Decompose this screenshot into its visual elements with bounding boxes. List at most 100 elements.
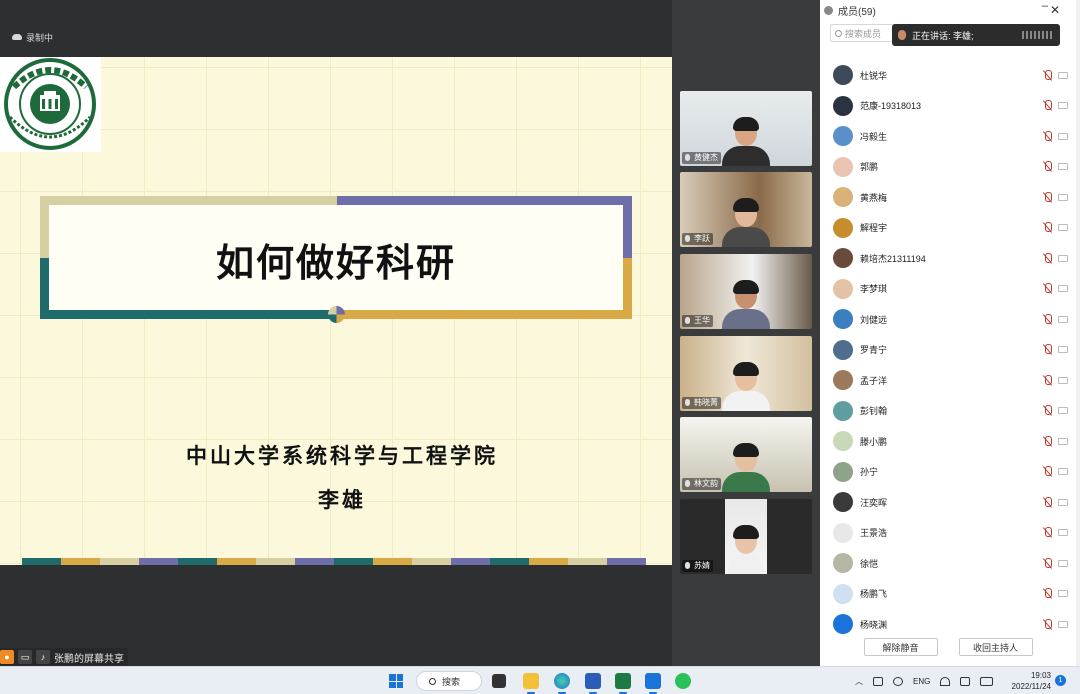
video-tile[interactable]: 林文韵 xyxy=(680,417,812,492)
mic-muted-icon[interactable] xyxy=(1043,283,1052,294)
member-row[interactable]: 罗青宁 xyxy=(820,335,1076,366)
mic-muted-icon[interactable] xyxy=(1043,191,1052,203)
screen-share-status[interactable]: ● ▭ ♪ 张鹏的屏幕共享 xyxy=(0,648,128,666)
camera-off-icon[interactable] xyxy=(1058,163,1068,171)
minimize-icon[interactable]: – xyxy=(1042,0,1048,12)
mic-muted-icon[interactable] xyxy=(1043,466,1052,477)
mic-muted-icon[interactable] xyxy=(1043,222,1052,233)
mic-muted-icon[interactable] xyxy=(1043,588,1052,599)
member-row[interactable]: 刘健远 xyxy=(820,304,1076,335)
member-row[interactable]: 滕小鹏 xyxy=(820,426,1076,457)
mic-muted-icon[interactable] xyxy=(1043,344,1052,355)
windows-start-button[interactable] xyxy=(389,674,403,688)
member-row[interactable]: 赖培杰21311194 xyxy=(820,243,1076,274)
member-row[interactable]: 郭鹏 xyxy=(820,152,1076,183)
reclaim-host-button[interactable]: 收回主持人 xyxy=(958,638,1033,656)
camera-off-icon[interactable] xyxy=(1058,468,1068,476)
camera-off-icon[interactable] xyxy=(1058,132,1068,140)
member-row[interactable]: 徐恺 xyxy=(820,548,1076,579)
mic-muted-icon[interactable] xyxy=(1043,252,1052,264)
clock[interactable]: 19:03 2022/11/24 xyxy=(1007,670,1051,692)
word-icon[interactable] xyxy=(585,673,601,694)
mic-muted-icon[interactable] xyxy=(1043,161,1052,172)
panel-scrollbar[interactable] xyxy=(1076,0,1080,666)
member-name: 王景浩 xyxy=(860,528,888,539)
tray-mic-icon[interactable] xyxy=(893,676,903,686)
member-name: 李梦琪 xyxy=(860,284,888,295)
camera-off-icon[interactable] xyxy=(1058,254,1068,262)
edge-icon[interactable] xyxy=(554,673,570,694)
wifi-icon[interactable] xyxy=(940,676,951,686)
member-name: 解程宇 xyxy=(860,223,888,234)
members-list: 杜锐华范康-19318013 冯毅生 郭鹏 黄燕梅解程宇赖培杰21311194 李梦琪刘… xyxy=(820,60,1076,640)
member-row[interactable]: 李梦琪 xyxy=(820,274,1076,305)
mic-muted-icon[interactable] xyxy=(1043,100,1052,111)
video-tile[interactable]: 苏婧 xyxy=(680,499,812,574)
unmute-all-button[interactable]: 解除静音 xyxy=(863,638,938,656)
camera-off-icon[interactable] xyxy=(1058,590,1068,598)
members-panel: 成员(59) – ✕ 搜索成员 正在讲话: 李雄; 杜锐华 范康-19318013… xyxy=(820,0,1076,666)
camera-off-icon[interactable] xyxy=(1058,407,1068,415)
notification-badge[interactable]: 1 xyxy=(1055,675,1066,686)
member-name: 赖培杰21311194 xyxy=(860,253,926,264)
input-language[interactable]: ENG xyxy=(913,677,930,686)
file-explorer-icon[interactable] xyxy=(523,673,539,694)
task-view-icon[interactable] xyxy=(492,674,506,688)
member-avatar xyxy=(833,217,853,238)
member-row[interactable]: 冯毅生 xyxy=(820,121,1076,152)
camera-off-icon[interactable] xyxy=(1058,529,1068,537)
tray-expand-icon[interactable]: ︿ xyxy=(855,676,863,687)
camera-off-icon[interactable] xyxy=(1058,559,1068,567)
mic-muted-icon[interactable] xyxy=(1043,557,1052,569)
camera-off-icon[interactable] xyxy=(1058,346,1068,354)
recording-indicator[interactable]: 录制中 xyxy=(12,30,53,44)
video-tile[interactable]: 韩晓菁 xyxy=(680,336,812,411)
member-row[interactable]: 范康-19318013 xyxy=(820,91,1076,122)
excel-icon[interactable] xyxy=(615,673,631,694)
camera-off-icon[interactable] xyxy=(1058,102,1068,110)
mic-muted-icon[interactable] xyxy=(1043,69,1052,81)
screen-icon: ▭ xyxy=(18,650,32,664)
battery-icon[interactable] xyxy=(980,676,994,686)
camera-off-icon[interactable] xyxy=(1058,437,1068,445)
slide-presenter: 李雄 xyxy=(318,487,366,512)
mic-muted-icon[interactable] xyxy=(1043,496,1052,508)
member-row[interactable]: 黄燕梅 xyxy=(820,182,1076,213)
member-avatar xyxy=(833,492,853,513)
tray-app-icon[interactable] xyxy=(873,676,883,686)
member-row[interactable]: 解程宇 xyxy=(820,213,1076,244)
camera-off-icon[interactable] xyxy=(1058,193,1068,201)
mic-muted-icon[interactable] xyxy=(1043,313,1052,325)
cloud-icon xyxy=(12,34,22,40)
mic-muted-icon[interactable] xyxy=(1043,405,1052,416)
member-row[interactable]: 汪奕晖 xyxy=(820,487,1076,518)
video-tile[interactable]: 李跃 xyxy=(680,172,812,247)
member-name: 范康-19318013 xyxy=(860,101,922,112)
camera-off-icon[interactable] xyxy=(1058,376,1068,384)
member-row[interactable]: 杨鹏飞 xyxy=(820,579,1076,610)
camera-off-icon[interactable] xyxy=(1058,498,1068,506)
camera-off-icon[interactable] xyxy=(1058,71,1068,79)
camera-off-icon[interactable] xyxy=(1058,315,1068,323)
wechat-icon[interactable] xyxy=(675,673,691,689)
mic-muted-icon[interactable] xyxy=(1043,374,1052,386)
member-avatar xyxy=(833,339,853,360)
member-row[interactable]: 彭钊翰 xyxy=(820,396,1076,427)
video-tile[interactable]: 王华 xyxy=(680,254,812,329)
mic-muted-icon[interactable] xyxy=(1043,130,1052,142)
video-tile[interactable]: 黄健杰 xyxy=(680,91,812,166)
member-row[interactable]: 王景浩 xyxy=(820,518,1076,549)
camera-off-icon[interactable] xyxy=(1058,620,1068,628)
volume-icon[interactable] xyxy=(960,676,971,686)
taskbar-search[interactable]: 搜索 xyxy=(416,671,482,691)
member-row[interactable]: 孙宁 xyxy=(820,457,1076,488)
member-name: 杨鹏飞 xyxy=(860,589,888,600)
member-row[interactable]: 孟子洋 xyxy=(820,365,1076,396)
mic-muted-icon[interactable] xyxy=(1043,435,1052,447)
member-row[interactable]: 杜锐华 xyxy=(820,60,1076,91)
close-icon[interactable]: ✕ xyxy=(1050,3,1060,17)
tencent-meeting-icon[interactable] xyxy=(645,673,661,694)
camera-off-icon[interactable] xyxy=(1058,285,1068,293)
camera-off-icon[interactable] xyxy=(1058,224,1068,232)
mic-muted-icon[interactable] xyxy=(1043,527,1052,538)
